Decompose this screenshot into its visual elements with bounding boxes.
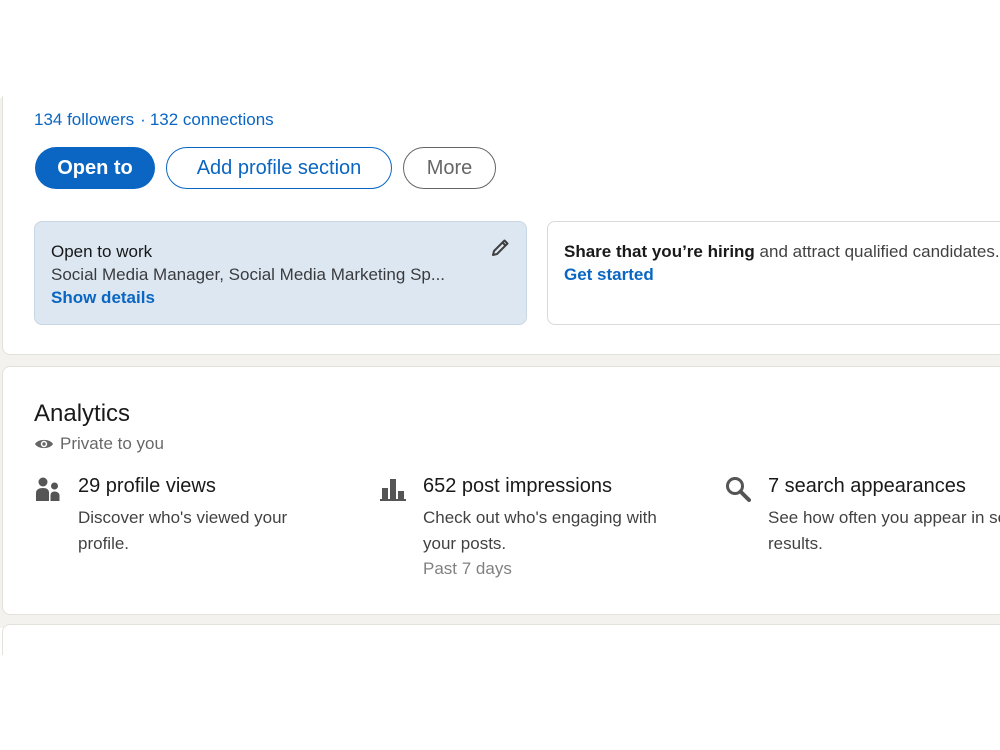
metric-description: See how often you appear in search resul…: [768, 508, 1000, 553]
metric-timeframe: Past 7 days: [423, 559, 512, 578]
post-impressions-metric[interactable]: 652 post impressions Check out who's eng…: [380, 475, 700, 585]
connections-link[interactable]: 132 connections: [150, 110, 274, 129]
people-icon: [36, 477, 60, 501]
metric-description: Discover who's viewed your profile.: [78, 508, 288, 553]
network-stats: 134 followers · 132 connections: [34, 110, 274, 130]
stats-separator: ·: [140, 110, 146, 129]
get-started-link[interactable]: Get started: [564, 263, 1000, 286]
open-to-work-roles: Social Media Manager, Social Media Marke…: [51, 265, 446, 284]
metric-description: Check out who's engaging with your posts…: [423, 508, 657, 553]
next-section-card: [2, 624, 1000, 655]
open-to-work-title: Open to work: [51, 242, 153, 261]
metric-headline: 29 profile views: [78, 475, 216, 497]
followers-link[interactable]: 134 followers: [34, 110, 134, 129]
hiring-bold-text: Share that you’re hiring: [564, 242, 755, 261]
hiring-text: Share that you’re hiring and attract qua…: [564, 240, 1000, 263]
visibility-note: Private to you: [34, 434, 164, 454]
eye-icon: [35, 439, 53, 449]
hiring-rest-text: and attract qualified candidates.: [754, 242, 1000, 261]
profile-views-metric[interactable]: 29 profile views Discover who's viewed y…: [35, 475, 355, 585]
visibility-text: Private to you: [60, 434, 164, 453]
metric-headline: 652 post impressions: [423, 475, 612, 497]
open-to-button[interactable]: Open to: [35, 147, 155, 189]
search-appearances-metric[interactable]: 7 search appearances See how often you a…: [725, 475, 1000, 585]
more-button[interactable]: More: [403, 147, 496, 189]
search-icon: [726, 477, 751, 502]
show-details-link[interactable]: Show details: [51, 286, 510, 309]
pencil-icon[interactable]: [490, 238, 510, 258]
metric-headline: 7 search appearances: [768, 475, 966, 497]
add-profile-section-button[interactable]: Add profile section: [166, 147, 392, 189]
hiring-card: Share that you’re hiring and attract qua…: [547, 221, 1000, 325]
bar-chart-icon: [380, 479, 406, 501]
open-to-work-card[interactable]: Open to work Social Media Manager, Socia…: [34, 221, 527, 325]
analytics-title: Analytics: [34, 400, 131, 427]
